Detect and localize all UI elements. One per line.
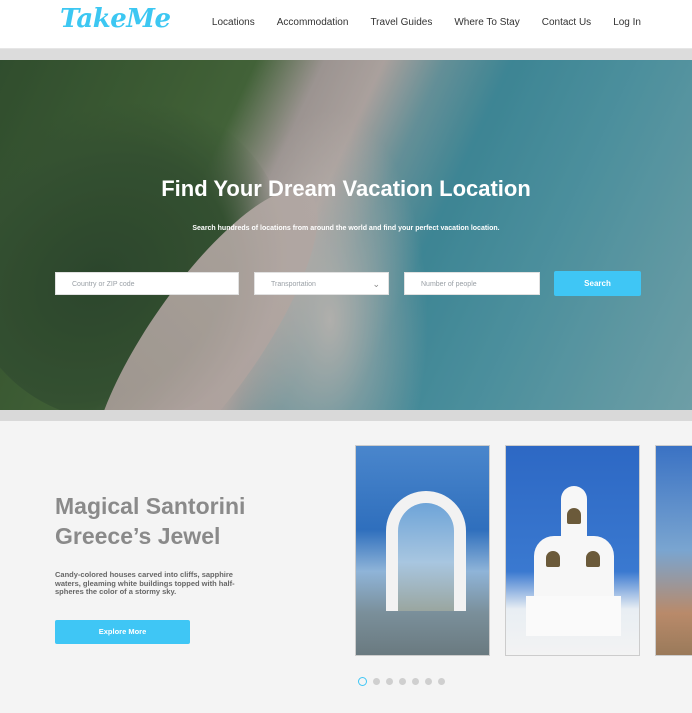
nav-locations[interactable]: Locations [212, 17, 255, 28]
carousel-dot[interactable] [386, 678, 393, 685]
feature-description: Candy-colored houses carved into cliffs,… [55, 570, 235, 596]
takeme-logo[interactable]: TakeMe [60, 4, 171, 34]
top-navbar: TakeMe Locations Accommodation Travel Gu… [0, 0, 692, 49]
chevron-down-icon: ⌄ [372, 279, 380, 289]
main-menu: Locations Accommodation Travel Guides Wh… [190, 17, 641, 28]
carousel-dot[interactable] [438, 678, 445, 685]
carousel-dot[interactable] [425, 678, 432, 685]
hero-title: Find Your Dream Vacation Location [161, 176, 531, 201]
nav-where-to-stay[interactable]: Where To Stay [454, 17, 519, 28]
search-button[interactable]: Search [554, 271, 641, 296]
location-search-input[interactable]: Country or ZIP code [55, 272, 239, 295]
number-of-people-input[interactable]: Number of people [404, 272, 540, 295]
feature-title: Magical Santorini Greece’s Jewel [55, 491, 245, 551]
bell-tower-image [526, 486, 621, 636]
nav-log-in[interactable]: Log In [613, 17, 641, 28]
carousel-dot[interactable] [412, 678, 419, 685]
carousel-card-arch[interactable] [355, 445, 490, 656]
nav-travel-guides[interactable]: Travel Guides [370, 17, 432, 28]
carousel-dot[interactable] [373, 678, 380, 685]
nav-accommodation[interactable]: Accommodation [277, 17, 349, 28]
transportation-select-value: Transportation [271, 281, 316, 288]
carousel-card-partial[interactable] [655, 445, 692, 656]
feature-title-line1: Magical Santorini [55, 493, 246, 519]
carousel-pagination [358, 677, 445, 686]
nav-contact-us[interactable]: Contact Us [542, 17, 591, 28]
hero-subtitle: Search hundreds of locations from around… [192, 225, 500, 232]
carousel-dot[interactable] [399, 678, 406, 685]
hero-overlay [0, 60, 692, 410]
carousel-card-bell-tower[interactable] [505, 445, 640, 656]
transportation-select[interactable]: Transportation ⌄ [254, 272, 389, 295]
divider-band [0, 49, 692, 60]
feature-title-line2: Greece’s Jewel [55, 523, 221, 549]
hero-banner: Find Your Dream Vacation Location Search… [0, 60, 692, 410]
arch-image [386, 491, 466, 611]
explore-more-button[interactable]: Explore More [55, 620, 190, 644]
feature-section: Magical Santorini Greece’s Jewel Candy-c… [0, 421, 692, 713]
carousel-dot[interactable] [358, 677, 367, 686]
divider-band [0, 410, 692, 421]
